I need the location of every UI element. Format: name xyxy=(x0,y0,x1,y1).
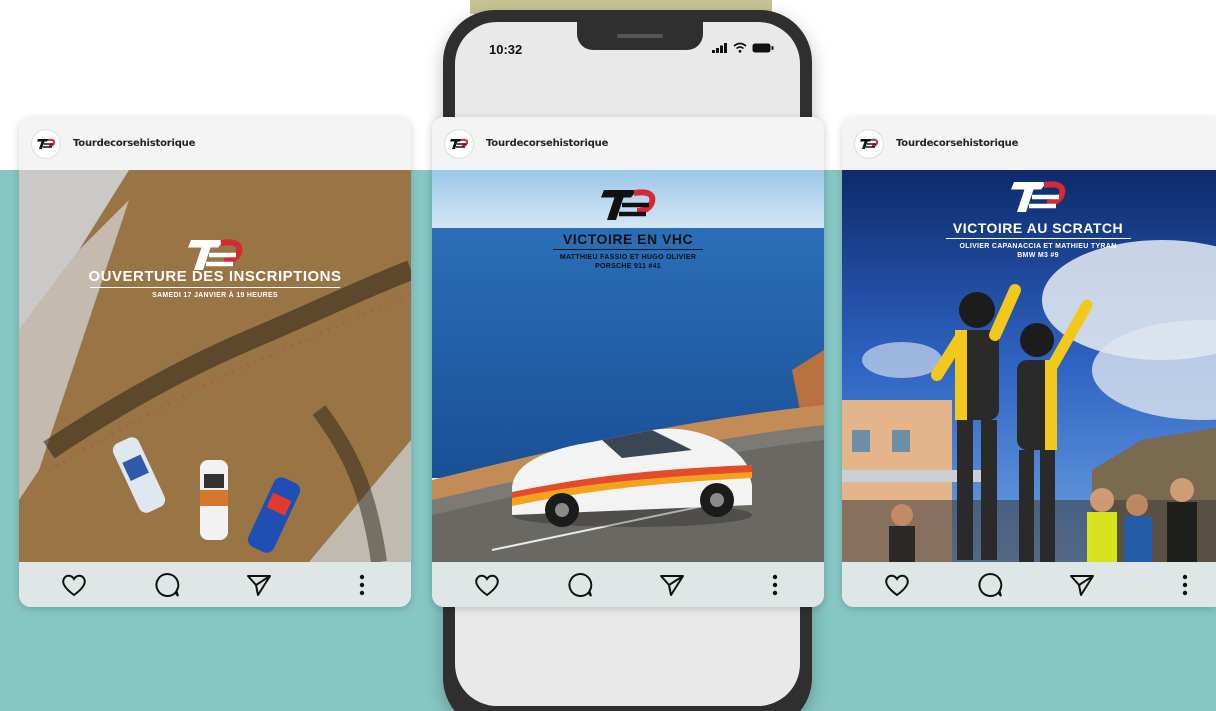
post-card-1[interactable]: Tourdecorsehistorique OUVERTURE DES INSC… xyxy=(19,117,411,607)
wifi-icon xyxy=(733,42,747,53)
like-button[interactable] xyxy=(884,572,910,598)
post-image: VICTOIRE EN VHC MATTHIEU FASSIO ET HUGO … xyxy=(432,170,824,562)
post-title: VICTOIRE EN VHC xyxy=(562,231,694,247)
post-title: VICTOIRE AU SCRATCH xyxy=(952,220,1124,236)
post-actions xyxy=(432,562,824,607)
post-subtitle-line: MATTHIEU FASSIO ET HUGO OLIVIER xyxy=(559,254,697,261)
brand-logo-icon xyxy=(37,138,56,149)
post-username[interactable]: Tourdecorsehistorique xyxy=(73,138,195,149)
brand-logo-icon xyxy=(860,138,879,149)
phone-notch xyxy=(577,22,703,50)
brand-logo-icon xyxy=(450,138,469,149)
avatar[interactable] xyxy=(31,128,61,159)
post-card-2[interactable]: Tourdecorsehistorique VICTOIRE EN VHC MA… xyxy=(432,117,824,607)
like-button[interactable] xyxy=(474,572,500,598)
heart-icon xyxy=(62,574,86,597)
post-card-3[interactable]: Tourdecorsehistorique VICTOIRE AU SCRATC… xyxy=(842,117,1216,607)
post-subtitle-line: PORSCHE 911 #41 xyxy=(595,263,661,270)
more-icon xyxy=(1182,574,1188,596)
more-options-button[interactable] xyxy=(762,572,788,598)
heart-icon xyxy=(475,574,499,597)
battery-icon xyxy=(752,43,774,52)
post-header: Tourdecorsehistorique xyxy=(432,117,824,170)
post-username[interactable]: Tourdecorsehistorique xyxy=(896,138,1018,149)
post-overlay: OUVERTURE DES INSCRIPTIONS SAMEDI 17 JAN… xyxy=(19,268,411,300)
share-button[interactable] xyxy=(659,572,685,598)
like-button[interactable] xyxy=(61,572,87,598)
more-options-button[interactable] xyxy=(349,572,375,598)
post-overlay: VICTOIRE EN VHC MATTHIEU FASSIO ET HUGO … xyxy=(432,231,824,271)
comment-button[interactable] xyxy=(977,572,1003,598)
avatar[interactable] xyxy=(444,128,474,159)
post-actions xyxy=(842,562,1216,607)
post-image: VICTOIRE AU SCRATCH OLIVIER CAPANACCIA E… xyxy=(842,170,1216,562)
post-username[interactable]: Tourdecorsehistorique xyxy=(486,138,608,149)
post-subtitle-line: OLIVIER CAPANACCIA ET MATHIEU TYRAN xyxy=(959,243,1117,250)
share-button[interactable] xyxy=(1069,572,1095,598)
post-title: OUVERTURE DES INSCRIPTIONS xyxy=(88,268,342,285)
share-button[interactable] xyxy=(246,572,272,598)
comment-icon xyxy=(155,572,180,597)
more-icon xyxy=(772,574,778,596)
post-image: OUVERTURE DES INSCRIPTIONS SAMEDI 17 JAN… xyxy=(19,170,411,562)
status-icons xyxy=(712,42,774,53)
rally-crowd-aerial-image xyxy=(19,170,411,562)
send-icon xyxy=(1070,575,1094,596)
post-header: Tourdecorsehistorique xyxy=(842,117,1216,170)
post-actions xyxy=(19,562,411,607)
post-header: Tourdecorsehistorique xyxy=(19,117,411,170)
post-subtitle-line: BMW M3 #9 xyxy=(1017,252,1059,259)
comment-icon xyxy=(568,572,593,597)
more-options-button[interactable] xyxy=(1172,572,1198,598)
comment-icon xyxy=(978,572,1003,597)
more-icon xyxy=(359,574,365,596)
porsche-coastal-road-image xyxy=(432,170,824,562)
post-subtitle-line: SAMEDI 17 JANVIER À 19 HEURES xyxy=(152,292,278,299)
heart-icon xyxy=(885,574,909,597)
send-icon xyxy=(660,575,684,596)
send-icon xyxy=(247,575,271,596)
avatar[interactable] xyxy=(854,128,884,159)
post-overlay: VICTOIRE AU SCRATCH OLIVIER CAPANACCIA E… xyxy=(842,220,1216,260)
comment-button[interactable] xyxy=(567,572,593,598)
comment-button[interactable] xyxy=(154,572,180,598)
status-time: 10:32 xyxy=(489,42,523,57)
signal-icon xyxy=(712,42,727,53)
